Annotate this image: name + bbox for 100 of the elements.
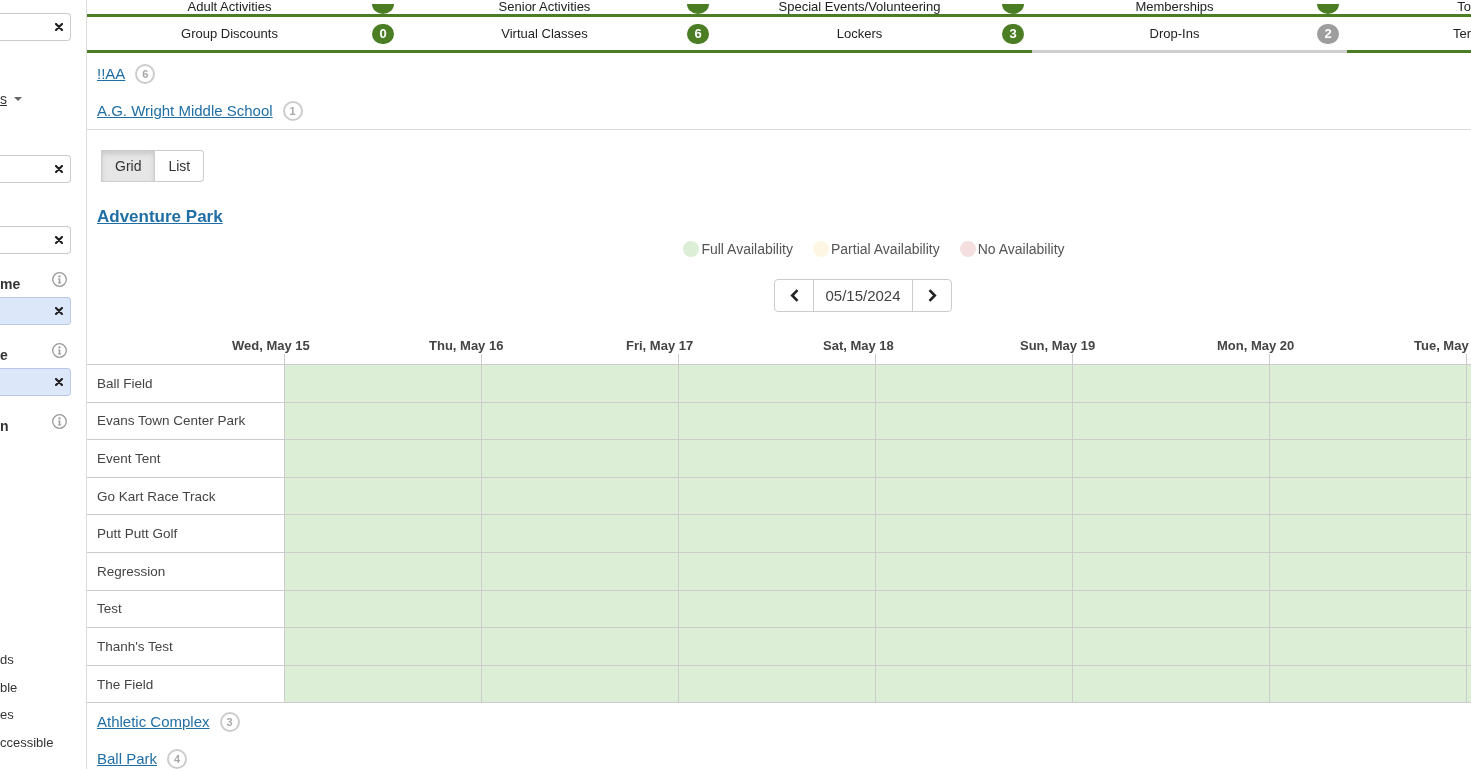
availability-cell[interactable] (481, 628, 678, 665)
availability-cell[interactable] (284, 665, 481, 703)
tab[interactable]: Ter (1347, 17, 1471, 53)
availability-cell[interactable] (678, 515, 875, 552)
availability-cell[interactable] (1466, 665, 1471, 703)
availability-cell[interactable] (678, 590, 875, 628)
date-field[interactable]: 05/15/2024 (813, 280, 913, 311)
availability-cell[interactable] (481, 515, 678, 552)
availability-cell[interactable] (284, 402, 481, 440)
availability-cell[interactable] (678, 477, 875, 515)
info-icon[interactable] (52, 272, 67, 287)
select-field[interactable] (0, 226, 71, 254)
select-field[interactable] (0, 368, 71, 396)
availability-cell[interactable] (1072, 628, 1269, 665)
availability-cell[interactable] (284, 477, 481, 515)
availability-cell[interactable] (1269, 590, 1466, 628)
availability-cell[interactable] (875, 365, 1072, 402)
availability-cell[interactable] (481, 665, 678, 703)
clear-icon[interactable] (55, 165, 63, 173)
availability-cell[interactable] (1269, 477, 1466, 515)
availability-cell[interactable] (1466, 552, 1471, 590)
availability-cell[interactable] (481, 365, 678, 402)
availability-cell[interactable] (875, 477, 1072, 515)
availability-cell[interactable] (1072, 402, 1269, 440)
filter-label: e (0, 347, 8, 363)
availability-cell[interactable] (875, 590, 1072, 628)
tab[interactable]: Group Discounts 0 (87, 17, 402, 53)
availability-cell[interactable] (481, 552, 678, 590)
availability-cell[interactable] (678, 628, 875, 665)
availability-cell[interactable] (1269, 515, 1466, 552)
tab[interactable]: Memberships (1032, 0, 1347, 17)
location-link[interactable]: !!AA (97, 65, 126, 82)
clear-icon[interactable] (55, 378, 63, 386)
availability-cell[interactable] (678, 402, 875, 440)
resource-name: Putt Putt Golf (97, 526, 178, 542)
availability-cell[interactable] (1466, 477, 1471, 515)
availability-cell[interactable] (1269, 440, 1466, 477)
availability-cell[interactable] (1269, 365, 1466, 402)
availability-cell[interactable] (1466, 628, 1471, 665)
availability-cell[interactable] (1269, 628, 1466, 665)
availability-cell[interactable] (284, 552, 481, 590)
availability-cell[interactable] (284, 628, 481, 665)
availability-cell[interactable] (1466, 440, 1471, 477)
tab[interactable]: Adult Activities (87, 0, 402, 17)
availability-cell[interactable] (678, 552, 875, 590)
availability-cell[interactable] (1466, 515, 1471, 552)
location-link[interactable]: Ball Park (97, 750, 158, 768)
availability-cell[interactable] (1072, 440, 1269, 477)
select-field[interactable] (0, 155, 71, 183)
select-field[interactable] (0, 13, 71, 41)
availability-cell[interactable] (875, 552, 1072, 590)
day-header: Fri, May 17 (626, 337, 694, 353)
availability-cell[interactable] (875, 515, 1072, 552)
tab[interactable]: Drop-Ins 2 (1032, 17, 1347, 53)
availability-cell[interactable] (678, 365, 875, 402)
availability-cell[interactable] (875, 628, 1072, 665)
info-icon[interactable] (52, 343, 67, 358)
availability-cell[interactable] (1072, 665, 1269, 703)
availability-cell[interactable] (875, 665, 1072, 703)
location-link[interactable]: A.G. Wright Middle School (97, 102, 273, 119)
tab[interactable]: Senior Activities (402, 0, 717, 17)
tab[interactable]: Virtual Classes 6 (402, 17, 717, 53)
clear-icon[interactable] (55, 307, 63, 315)
availability-cell[interactable] (1269, 402, 1466, 440)
info-icon[interactable] (52, 414, 67, 429)
clear-icon[interactable] (55, 23, 63, 31)
availability-cell[interactable] (481, 590, 678, 628)
availability-cell[interactable] (678, 440, 875, 477)
availability-cell[interactable] (1269, 665, 1466, 703)
availability-cell[interactable] (284, 590, 481, 628)
option-label: ble (0, 678, 18, 697)
tab[interactable]: Special Events/Volunteering (717, 0, 1032, 17)
availability-cell[interactable] (875, 440, 1072, 477)
availability-cell[interactable] (481, 402, 678, 440)
availability-cell[interactable] (1072, 365, 1269, 402)
dropdown-link[interactable]: s (0, 90, 22, 108)
view-toggle-button[interactable]: List (155, 150, 205, 182)
availability-cell[interactable] (678, 665, 875, 703)
clear-icon[interactable] (55, 236, 63, 244)
availability-cell[interactable] (1466, 590, 1471, 628)
availability-cell[interactable] (1072, 515, 1269, 552)
availability-cell[interactable] (481, 477, 678, 515)
availability-cell[interactable] (875, 402, 1072, 440)
availability-cell[interactable] (284, 440, 481, 477)
availability-cell[interactable] (1072, 477, 1269, 515)
location-link[interactable]: Athletic Complex (97, 713, 210, 731)
tab[interactable]: Lockers 3 (717, 17, 1032, 53)
availability-cell[interactable] (1269, 552, 1466, 590)
availability-cell[interactable] (1466, 402, 1471, 440)
view-toggle-button[interactable]: Grid (101, 150, 156, 182)
availability-cell[interactable] (284, 515, 481, 552)
availability-cell[interactable] (481, 440, 678, 477)
select-field[interactable] (0, 297, 71, 325)
location-link[interactable]: Adventure Park (97, 207, 223, 227)
availability-cell[interactable] (284, 365, 481, 402)
availability-cell[interactable] (1466, 365, 1471, 402)
availability-cell[interactable] (1072, 552, 1269, 590)
availability-cell[interactable] (1072, 590, 1269, 628)
count-badge: 2 (1317, 23, 1339, 44)
tab[interactable]: To (1347, 0, 1471, 17)
